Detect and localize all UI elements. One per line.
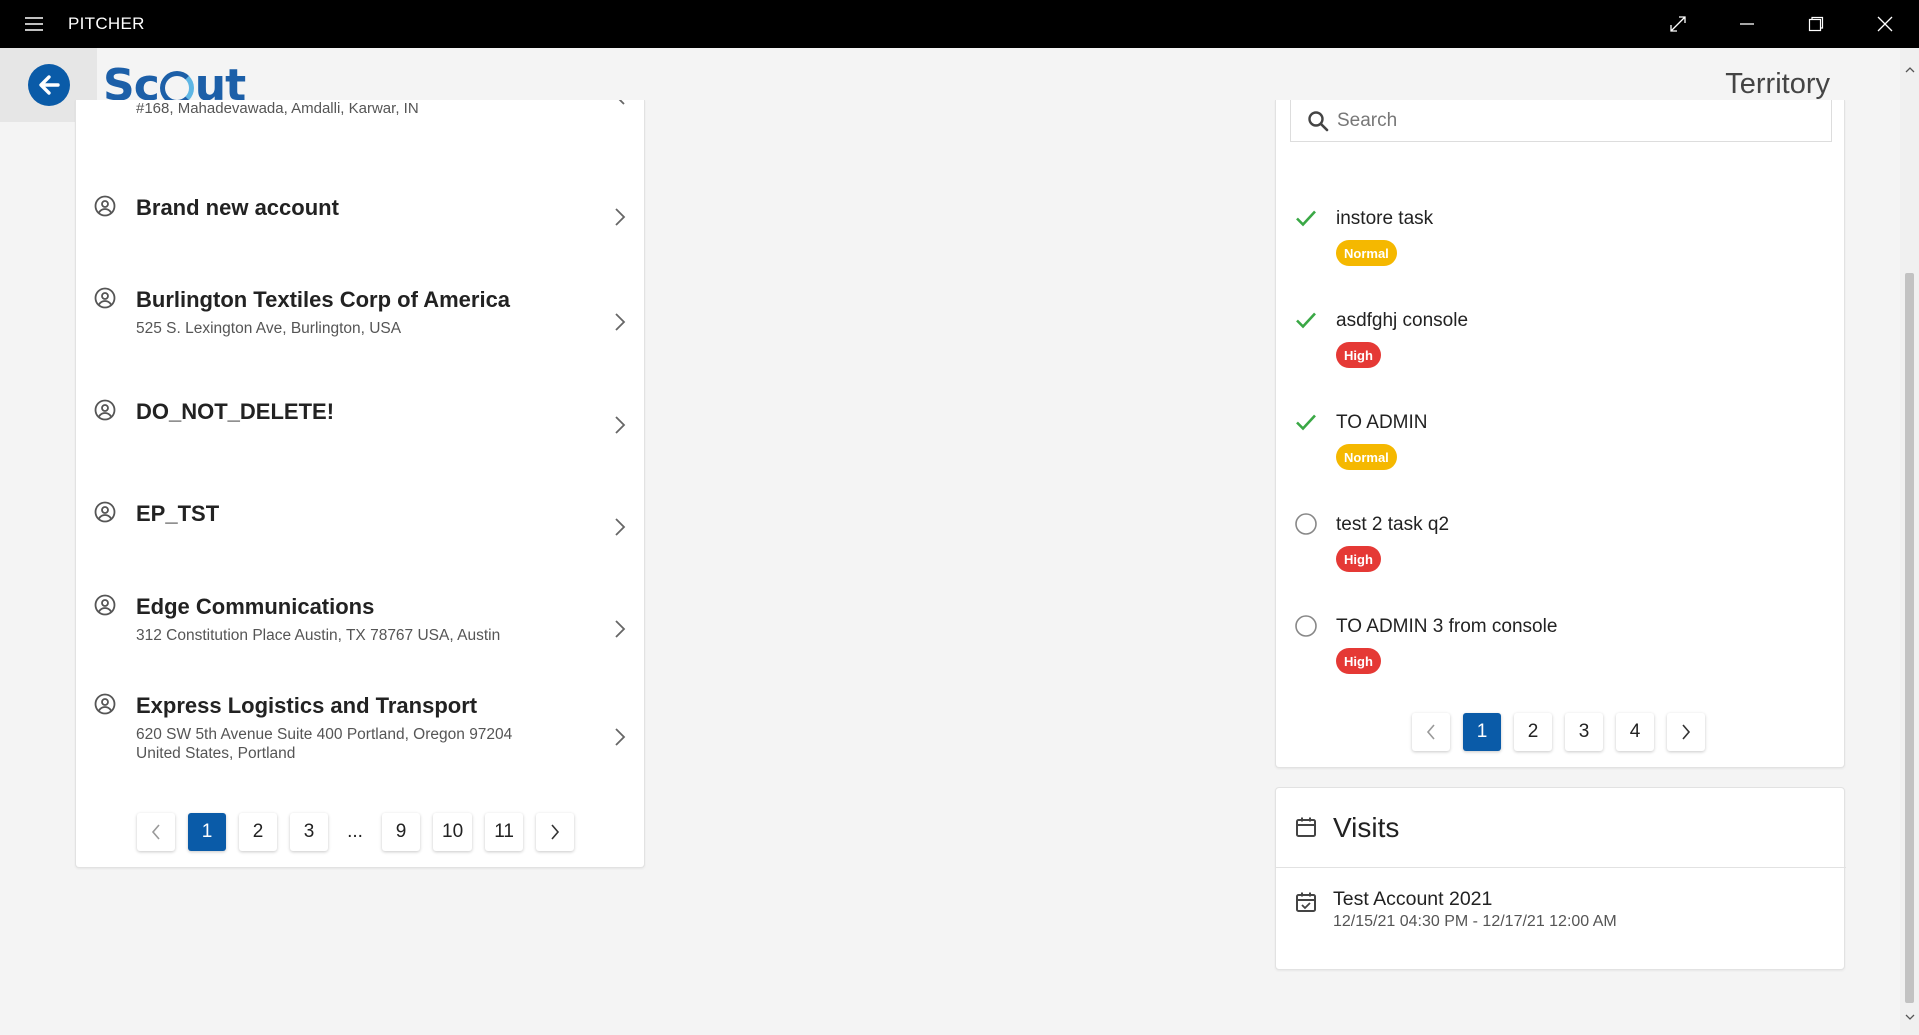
user-circle-icon (94, 693, 116, 715)
chevron-right-icon (618, 100, 625, 105)
search-icon (1308, 110, 1329, 131)
page-scrollbar[interactable] (1900, 48, 1919, 1035)
task-title: TO ADMIN 3 from console (1336, 616, 1558, 637)
radio-unchecked-icon[interactable] (1294, 512, 1318, 536)
hamburger-icon[interactable] (0, 0, 68, 48)
arrow-left-icon (38, 75, 60, 95)
check-icon[interactable] (1294, 410, 1318, 434)
chevron-right-icon (615, 313, 626, 331)
pagination-page-button[interactable]: 3 (1565, 713, 1603, 751)
account-item[interactable]: Burlington Textiles Corp of America 525 … (76, 287, 646, 367)
task-title: instore task (1336, 208, 1434, 229)
tasks-card: instore task Normal asdfghj console High… (1275, 100, 1845, 768)
account-address: 620 SW 5th Avenue Suite 400 Portland, Or… (136, 726, 513, 762)
account-name: Brand new account (136, 195, 339, 220)
check-icon[interactable] (1294, 308, 1318, 332)
scroll-up-icon[interactable] (1900, 60, 1919, 80)
user-circle-icon (94, 399, 116, 421)
close-icon[interactable] (1850, 0, 1919, 48)
chevron-right-icon (615, 728, 626, 746)
task-search-box[interactable] (1290, 100, 1832, 142)
account-name: Burlington Textiles Corp of America (136, 287, 511, 312)
user-circle-icon (94, 594, 116, 616)
pagination-page-button[interactable]: 3 (290, 813, 328, 851)
priority-badge: Normal (1336, 444, 1397, 470)
account-item[interactable]: Express Logistics and Transport 620 SW 5… (76, 693, 646, 793)
pagination-next-button[interactable] (1667, 713, 1705, 751)
account-name: EP_TST (136, 501, 220, 526)
priority-badge: High (1336, 342, 1381, 368)
radio-unchecked-icon[interactable] (1294, 614, 1318, 638)
expand-icon[interactable] (1643, 0, 1712, 48)
pagination-page-button[interactable]: 10 (433, 813, 473, 851)
calendar-icon (1296, 817, 1316, 837)
account-name: Express Logistics and Transport (136, 693, 478, 718)
account-address: 312 Constitution Place Austin, TX 78767 … (136, 627, 501, 644)
priority-badge: Normal (1336, 240, 1397, 266)
chevron-right-icon (615, 620, 626, 638)
visits-card: Visits Test Account 2021 12/15/21 04:30 … (1275, 787, 1846, 970)
check-icon[interactable] (1294, 206, 1318, 230)
restore-icon[interactable] (1781, 0, 1850, 48)
pagination-page-button[interactable]: 11 (485, 813, 524, 851)
pagination-next-button[interactable] (536, 813, 575, 851)
task-item[interactable]: TO ADMIN 3 from console High (1276, 610, 1846, 700)
user-circle-icon (94, 195, 116, 217)
pagination-prev-button[interactable] (137, 813, 175, 851)
account-item[interactable]: Brand new account (76, 195, 646, 275)
window-titlebar: PITCHER (0, 0, 1919, 48)
account-item[interactable]: EP_TST (76, 501, 646, 581)
account-address: #168, Mahadevawada, Amdalli, Karwar, IN (136, 100, 419, 117)
chevron-right-icon (615, 208, 626, 226)
visit-account-name: Test Account 2021 (1333, 888, 1493, 910)
account-name: Edge Communications (136, 594, 375, 619)
pagination-page-button[interactable]: 2 (239, 813, 277, 851)
search-input[interactable] (1337, 109, 1817, 132)
visit-item[interactable]: Test Account 2021 12/15/21 04:30 PM - 12… (1276, 868, 1846, 968)
pagination-prev-button[interactable] (1412, 713, 1450, 751)
pagination-page-button[interactable]: 4 (1616, 713, 1654, 751)
account-item-partial[interactable]: #168, Mahadevawada, Amdalli, Karwar, IN (76, 100, 646, 140)
priority-badge: High (1336, 648, 1381, 674)
minimize-icon[interactable] (1712, 0, 1781, 48)
tasks-pagination: 1 2 3 4 (1412, 713, 1718, 751)
back-button[interactable] (27, 64, 70, 106)
task-item[interactable]: asdfghj console High (1276, 304, 1846, 394)
chevron-right-icon (615, 518, 626, 536)
accounts-card: #168, Mahadevawada, Amdalli, Karwar, IN … (75, 100, 645, 868)
priority-badge: High (1336, 546, 1381, 572)
account-item[interactable]: Edge Communications 312 Constitution Pla… (76, 594, 646, 674)
task-item[interactable]: instore task Normal (1276, 202, 1846, 292)
page-title: Territory (1725, 68, 1830, 100)
visit-time: 12/15/21 04:30 PM - 12/17/21 12:00 AM (1333, 913, 1617, 930)
pagination-page-button[interactable]: 1 (188, 813, 226, 851)
pagination-page-button[interactable]: 9 (382, 813, 420, 851)
app-title: PITCHER (68, 14, 145, 33)
task-title: asdfghj console (1336, 310, 1469, 331)
task-item[interactable]: TO ADMIN Normal (1276, 406, 1846, 496)
task-title: TO ADMIN (1336, 412, 1428, 433)
account-item[interactable]: DO_NOT_DELETE! (76, 399, 646, 479)
task-item[interactable]: test 2 task q2 High (1276, 508, 1846, 598)
pagination-page-button[interactable]: 2 (1514, 713, 1552, 751)
account-address: 525 S. Lexington Ave, Burlington, USA (136, 320, 402, 337)
chevron-right-icon (615, 416, 626, 434)
chevron-left-icon (1426, 724, 1435, 740)
visits-header: Visits (1276, 788, 1846, 868)
chevron-left-icon (151, 824, 160, 840)
chevron-right-icon (1682, 724, 1691, 740)
pagination-ellipsis: ... (347, 821, 363, 842)
user-circle-icon (94, 501, 116, 523)
user-circle-icon (94, 287, 116, 309)
chevron-right-icon (551, 824, 560, 840)
calendar-check-icon (1296, 892, 1316, 912)
scrollbar-thumb[interactable] (1905, 273, 1914, 1003)
pagination-page-button[interactable]: 1 (1463, 713, 1501, 751)
visits-title: Visits (1333, 812, 1400, 843)
scroll-down-icon[interactable] (1900, 1007, 1919, 1027)
account-name: DO_NOT_DELETE! (136, 399, 335, 424)
accounts-pagination: 1 2 3 ... 9 10 11 (137, 813, 587, 851)
task-title: test 2 task q2 (1336, 514, 1450, 535)
